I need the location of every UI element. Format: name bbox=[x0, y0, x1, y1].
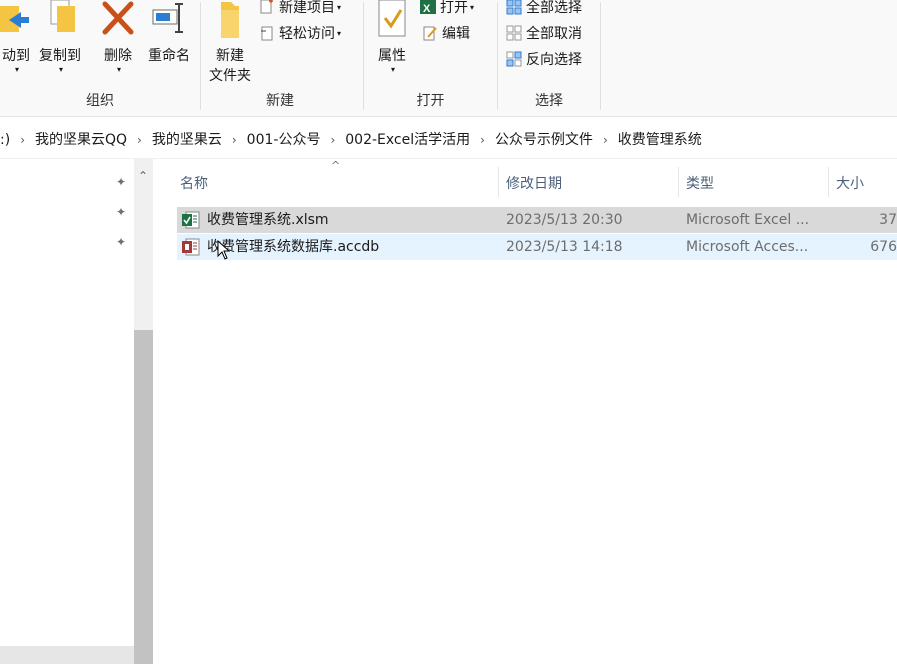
column-divider[interactable] bbox=[678, 167, 679, 197]
easy-access-icon bbox=[261, 26, 273, 41]
navigation-pane[interactable]: ✦ ✦ ✦ bbox=[0, 159, 134, 664]
pin-icon[interactable]: ✦ bbox=[116, 175, 128, 189]
access-db-icon bbox=[182, 238, 200, 256]
new-item-label: 新建项目 bbox=[279, 0, 335, 16]
properties-icon bbox=[378, 0, 406, 37]
new-folder-button[interactable]: 新建 文件夹 bbox=[205, 0, 255, 86]
svg-text:X: X bbox=[423, 3, 431, 15]
move-to-button[interactable]: 动到 ▾ bbox=[0, 0, 36, 80]
column-divider[interactable] bbox=[828, 167, 829, 197]
chevron-right-icon[interactable]: › bbox=[480, 133, 485, 147]
chevron-right-icon[interactable]: › bbox=[137, 133, 142, 147]
open-group-label: 打开 bbox=[416, 93, 445, 109]
select-none-label: 全部取消 bbox=[526, 26, 582, 42]
ribbon-group-open: 属性 ▾ X 打开 ▾ 编辑 打开 bbox=[364, 0, 497, 116]
chevron-down-icon: ▾ bbox=[470, 3, 475, 12]
chevron-right-icon[interactable]: › bbox=[20, 133, 25, 147]
scrollbar-thumb[interactable] bbox=[134, 330, 153, 664]
breadcrumb-current[interactable]: 收费管理系统 bbox=[618, 132, 702, 148]
open-button[interactable]: X 打开 ▾ bbox=[420, 0, 474, 18]
move-to-icon bbox=[0, 6, 29, 32]
select-group-label: 选择 bbox=[535, 93, 563, 109]
ribbon-group-organize: 动到 ▾ 复制到 ▾ 删除 ▾ 重命名 组织 bbox=[0, 0, 200, 116]
open-label: 打开 bbox=[440, 0, 468, 16]
file-size: 676 bbox=[870, 239, 897, 255]
chevron-down-icon: ▾ bbox=[337, 3, 342, 12]
excel-macro-icon bbox=[182, 211, 200, 229]
edit-button[interactable]: 编辑 bbox=[422, 24, 470, 44]
rename-label: 重命名 bbox=[148, 48, 190, 64]
file-list[interactable]: ^ 名称 修改日期 类型 大小 收费管理系统.xlsm 2023/5/13 20… bbox=[153, 159, 897, 664]
breadcrumb-item[interactable]: 我的坚果云QQ bbox=[35, 132, 127, 148]
select-none-button[interactable]: 全部取消 bbox=[506, 24, 582, 44]
select-none-icon bbox=[506, 25, 522, 41]
file-row[interactable]: 收费管理系统数据库.accdb 2023/5/13 14:18 Microsof… bbox=[177, 234, 897, 260]
breadcrumb: :) › 我的坚果云QQ › 我的坚果云 › 001-公众号 › 002-Excel活学活用 › 公… bbox=[0, 129, 702, 149]
organize-group-label: 组织 bbox=[86, 93, 114, 109]
breadcrumb-item[interactable]: 我的坚果云 bbox=[152, 132, 222, 148]
copy-to-button[interactable]: 复制到 ▾ bbox=[36, 0, 84, 80]
file-date: 2023/5/13 20:30 bbox=[506, 212, 623, 228]
rename-icon bbox=[152, 3, 183, 33]
invert-selection-label: 反向选择 bbox=[526, 52, 582, 68]
easy-access-button[interactable]: 轻松访问 ▾ bbox=[259, 24, 341, 44]
excel-icon: X bbox=[420, 0, 436, 15]
delete-icon bbox=[102, 1, 134, 35]
chevron-right-icon[interactable]: › bbox=[232, 133, 237, 147]
column-header-date[interactable]: 修改日期 bbox=[506, 173, 562, 193]
column-header-name[interactable]: 名称 bbox=[180, 173, 208, 193]
delete-button[interactable]: 删除 ▾ bbox=[98, 0, 138, 80]
file-name[interactable]: 收费管理系统.xlsm bbox=[207, 210, 329, 230]
column-header-type[interactable]: 类型 bbox=[686, 173, 714, 193]
pin-icon[interactable]: ✦ bbox=[116, 235, 128, 249]
file-name[interactable]: 收费管理系统数据库.accdb bbox=[207, 237, 379, 257]
ribbon-group-select: 全部选择 全部取消 反向选择 选择 bbox=[498, 0, 600, 116]
new-item-button[interactable]: 新建项目 ▾ bbox=[259, 0, 341, 18]
address-bar[interactable]: :) › 我的坚果云QQ › 我的坚果云 › 001-公众号 › 002-Excel活学活用 › 公… bbox=[0, 120, 897, 159]
pin-icon[interactable]: ✦ bbox=[116, 205, 128, 219]
ribbon-group-new: 新建 文件夹 新建项目 ▾ 轻松访问 ▾ 新建 bbox=[201, 0, 363, 116]
properties-button[interactable]: 属性 ▾ bbox=[372, 0, 412, 80]
new-folder-label-line2: 文件夹 bbox=[209, 68, 251, 84]
file-size: 37 bbox=[879, 212, 897, 228]
ribbon-divider bbox=[600, 2, 601, 110]
column-divider[interactable] bbox=[498, 167, 499, 197]
breadcrumb-item[interactable]: 公众号示例文件 bbox=[495, 132, 593, 148]
new-group-label: 新建 bbox=[266, 93, 294, 109]
chevron-right-icon[interactable]: › bbox=[603, 133, 608, 147]
new-folder-label-line1: 新建 bbox=[216, 48, 244, 64]
chevron-right-icon[interactable]: › bbox=[330, 133, 335, 147]
chevron-down-icon: ▾ bbox=[337, 29, 342, 38]
breadcrumb-item[interactable]: 002-Excel活学活用 bbox=[345, 132, 470, 148]
new-folder-icon bbox=[221, 2, 239, 38]
select-all-icon bbox=[506, 0, 522, 15]
file-row[interactable]: 收费管理系统.xlsm 2023/5/13 20:30 Microsoft Ex… bbox=[177, 207, 897, 233]
invert-selection-button[interactable]: 反向选择 bbox=[506, 50, 582, 70]
navigation-pane-scrollbar[interactable]: ⌃ bbox=[134, 159, 153, 664]
column-header-size[interactable]: 大小 bbox=[836, 173, 864, 193]
breadcrumb-drive[interactable]: :) bbox=[0, 132, 10, 148]
invert-selection-icon bbox=[506, 51, 522, 67]
rename-button[interactable]: 重命名 bbox=[142, 0, 196, 66]
scroll-up-icon[interactable]: ⌃ bbox=[138, 169, 148, 183]
easy-access-label: 轻松访问 bbox=[279, 26, 335, 42]
mouse-cursor-icon bbox=[217, 240, 231, 260]
new-item-icon bbox=[260, 0, 273, 14]
copy-to-icon bbox=[50, 0, 75, 32]
file-date: 2023/5/13 14:18 bbox=[506, 239, 623, 255]
navigation-pane-horizontal-scrollbar[interactable] bbox=[0, 646, 134, 664]
sort-ascending-icon: ^ bbox=[331, 159, 341, 172]
edit-label: 编辑 bbox=[442, 26, 470, 42]
select-all-label: 全部选择 bbox=[526, 0, 582, 16]
select-all-button[interactable]: 全部选择 bbox=[506, 0, 582, 18]
breadcrumb-item[interactable]: 001-公众号 bbox=[247, 132, 321, 148]
ribbon: 动到 ▾ 复制到 ▾ 删除 ▾ 重命名 组织 新建 文件夹 新建项目 ▾ 轻松访… bbox=[0, 0, 897, 117]
edit-icon bbox=[423, 26, 437, 41]
